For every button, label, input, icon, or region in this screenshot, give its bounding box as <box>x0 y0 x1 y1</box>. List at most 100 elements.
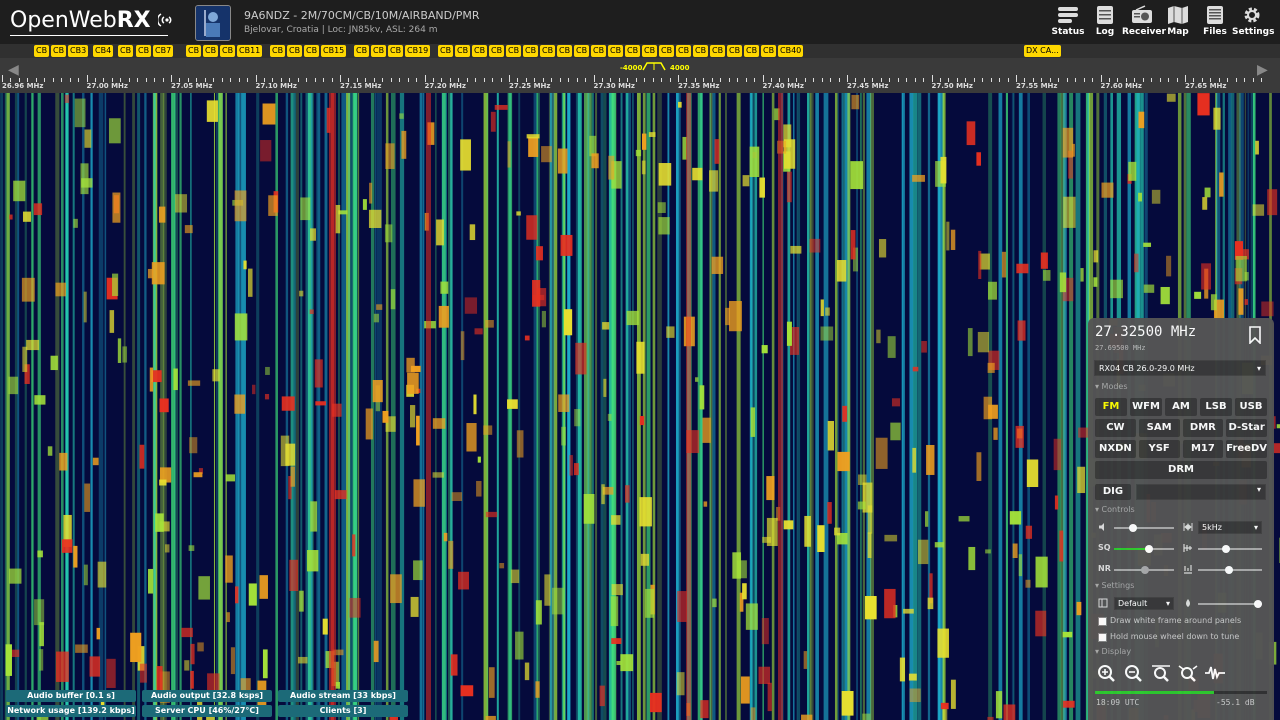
bookmark-tag[interactable]: CB <box>136 45 152 57</box>
signal-trace <box>6 93 10 720</box>
bookmark-tag[interactable]: CB <box>438 45 454 57</box>
bookmark-tag[interactable]: CB <box>761 45 777 57</box>
bookmark-tag[interactable]: CB <box>51 45 67 57</box>
mode-wfm-button[interactable]: WFM <box>1130 398 1162 416</box>
bookmark-tag[interactable]: CB <box>676 45 692 57</box>
scroll-right-icon[interactable]: ▶ <box>1257 62 1271 78</box>
zoom-center-icon[interactable] <box>1177 664 1199 682</box>
mode-cw-button[interactable]: CW <box>1095 419 1136 437</box>
digital-mode-select[interactable]: ▾ <box>1136 484 1266 500</box>
profile-select[interactable]: RX04 CB 26.0-29.0 MHz ▾ <box>1094 360 1266 376</box>
volume-knob[interactable] <box>1129 524 1137 532</box>
squelch-slider[interactable] <box>1114 545 1174 553</box>
signal-burst <box>1054 495 1059 510</box>
bookmark-tag[interactable]: CB <box>540 45 556 57</box>
spectrum-icon[interactable] <box>1204 664 1226 682</box>
signal-burst <box>867 532 872 559</box>
bookmark-tag[interactable]: CB <box>388 45 404 57</box>
bookmark-tag[interactable]: CB <box>489 45 505 57</box>
mode-usb-button[interactable]: USB <box>1235 398 1267 416</box>
settings-section-label[interactable]: ▾ Settings <box>1095 581 1134 590</box>
bookmark-tag[interactable]: CB <box>625 45 641 57</box>
frame-checkbox[interactable] <box>1098 617 1107 626</box>
bookmark-tag[interactable]: CB <box>506 45 522 57</box>
bookmark-tag[interactable]: CB3 <box>68 45 89 57</box>
mode-freedv-button[interactable]: FreeDV <box>1226 440 1267 458</box>
nav-receiver[interactable]: Receiver <box>1122 5 1166 37</box>
bookmark-tag[interactable]: CB15 <box>321 45 347 57</box>
bookmark-icon[interactable] <box>1248 326 1262 344</box>
bookmark-tag[interactable]: CB11 <box>237 45 263 57</box>
scale-tick <box>652 78 654 82</box>
receiver-avatar[interactable] <box>195 5 231 41</box>
passband-marker[interactable] <box>642 61 666 71</box>
gain-knob[interactable] <box>1222 545 1230 553</box>
gain-slider[interactable] <box>1198 545 1262 553</box>
bookmark-tag[interactable]: CB4 <box>93 45 114 57</box>
bookmark-tag[interactable]: CB <box>304 45 320 57</box>
bookmark-tag[interactable]: CB <box>455 45 471 57</box>
bookmark-tag[interactable]: CB <box>523 45 539 57</box>
nav-map[interactable]: Map <box>1158 5 1198 37</box>
zoom-full-icon[interactable] <box>1150 664 1172 682</box>
scroll-left-icon[interactable]: ◀ <box>8 62 22 78</box>
bookmark-tag[interactable]: CB <box>744 45 760 57</box>
opacity-knob[interactable] <box>1254 600 1262 608</box>
modes-section-label[interactable]: ▾ Modes <box>1095 382 1128 391</box>
squelch-knob[interactable] <box>1145 545 1153 553</box>
opacity-slider[interactable] <box>1198 600 1262 608</box>
display-section-label[interactable]: ▾ Display <box>1095 647 1131 656</box>
bookmark-tag[interactable]: DX CA... <box>1024 45 1061 57</box>
nav-files[interactable]: Files <box>1195 5 1235 37</box>
theme-select[interactable]: Default ▾ <box>1114 597 1174 610</box>
mode-dmr-button[interactable]: DMR <box>1182 419 1224 437</box>
bookmark-tag[interactable]: CB7 <box>153 45 174 57</box>
bookmark-tag[interactable]: CB <box>659 45 675 57</box>
bookmark-tag[interactable]: CB <box>710 45 726 57</box>
mode-fm-button[interactable]: FM <box>1095 398 1127 416</box>
wheel-checkbox[interactable] <box>1098 633 1107 642</box>
nr-slider[interactable] <box>1114 566 1174 574</box>
app-logo[interactable]: OpenWebRX <box>10 8 172 36</box>
nav-settings[interactable]: Settings <box>1232 5 1274 37</box>
bookmark-tag[interactable]: CB <box>591 45 607 57</box>
mode-ysf-button[interactable]: YSF <box>1138 440 1180 458</box>
nav-status[interactable]: Status <box>1048 5 1088 37</box>
mode-nxdn-button[interactable]: NXDN <box>1095 440 1136 458</box>
mode-am-button[interactable]: AM <box>1165 398 1197 416</box>
zoom-out-icon[interactable] <box>1123 664 1145 682</box>
mode-d-star-button[interactable]: D-Star <box>1226 419 1267 437</box>
bookmark-tag[interactable]: CB <box>608 45 624 57</box>
zoom-in-icon[interactable] <box>1096 664 1118 682</box>
bookmark-tag[interactable]: CB <box>727 45 743 57</box>
frequency-display[interactable]: 27.32500 MHz <box>1095 324 1196 340</box>
bookmark-tag[interactable]: CB <box>186 45 202 57</box>
mode-dig[interactable]: DIG <box>1095 484 1131 500</box>
nr-knob[interactable] <box>1141 566 1149 574</box>
tuning-step-select[interactable]: 5kHz ▾ <box>1198 521 1262 534</box>
bookmark-tag[interactable]: CB <box>203 45 219 57</box>
mode-sam-button[interactable]: SAM <box>1138 419 1180 437</box>
controls-section-label[interactable]: ▾ Controls <box>1095 505 1135 514</box>
mode-lsb-button[interactable]: LSB <box>1200 398 1232 416</box>
bookmark-tag[interactable]: CB <box>118 45 134 57</box>
bookmark-tag[interactable]: CB <box>574 45 590 57</box>
mode-m17-button[interactable]: M17 <box>1182 440 1224 458</box>
bookmark-tag[interactable]: CB <box>472 45 488 57</box>
offset-slider[interactable] <box>1198 566 1262 574</box>
bookmark-tag[interactable]: CB <box>371 45 387 57</box>
bookmark-tag[interactable]: CB <box>287 45 303 57</box>
bookmark-tag[interactable]: CB <box>34 45 50 57</box>
bookmark-tag[interactable]: CB <box>354 45 370 57</box>
bookmark-tag[interactable]: CB40 <box>778 45 804 57</box>
nav-log[interactable]: Log <box>1085 5 1125 37</box>
bookmark-tag[interactable]: CB <box>270 45 286 57</box>
bookmark-tag[interactable]: CB <box>693 45 709 57</box>
bookmark-tag[interactable]: CB19 <box>405 45 431 57</box>
offset-knob[interactable] <box>1225 566 1233 574</box>
volume-slider[interactable] <box>1114 524 1174 532</box>
bookmark-tag[interactable]: CB <box>642 45 658 57</box>
bookmark-tag[interactable]: CB <box>220 45 236 57</box>
mode-drm-button[interactable]: DRM <box>1095 461 1267 479</box>
bookmark-tag[interactable]: CB <box>557 45 573 57</box>
